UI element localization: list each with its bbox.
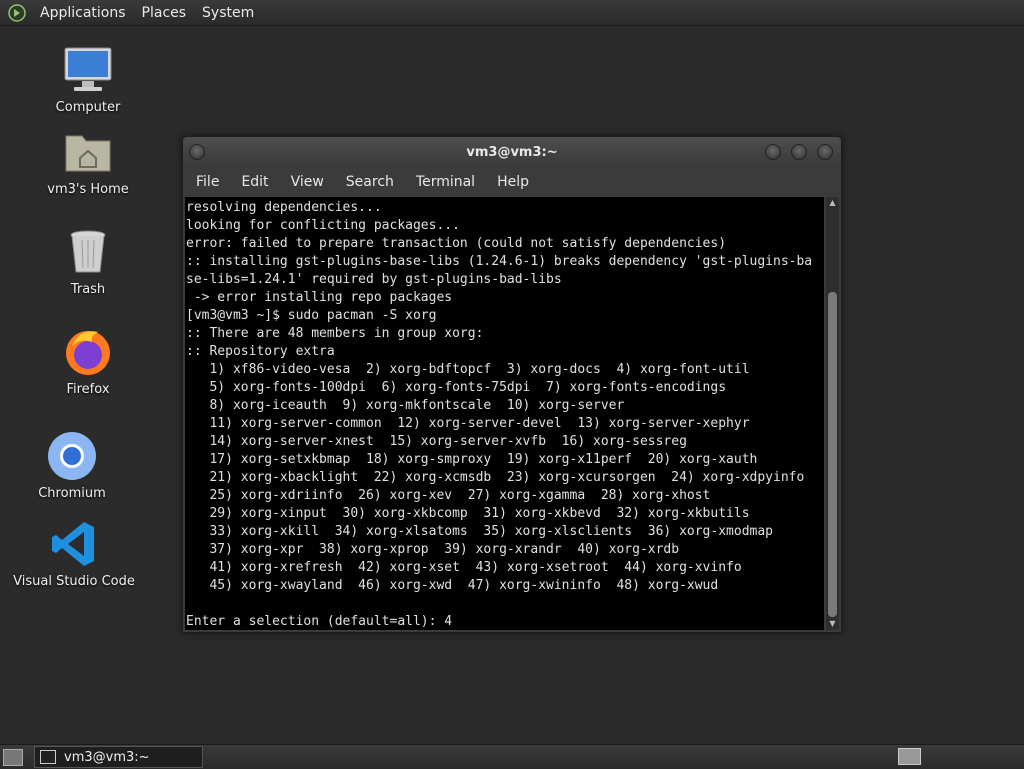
menu-search[interactable]: Search <box>335 174 405 190</box>
firefox-icon <box>62 326 114 378</box>
vscode-icon <box>48 518 100 570</box>
terminal-line: Enter a selection (default=all): 4 <box>186 614 453 629</box>
desktop-icon-vscode[interactable]: Visual Studio Code <box>13 518 135 589</box>
scroll-down-arrow-icon[interactable]: ▼ <box>828 619 837 629</box>
desktop-icon-computer[interactable]: Computer <box>28 44 148 115</box>
terminal-line: :: installing gst-plugins-base-libs (1.2… <box>186 254 813 269</box>
taskbar-item-label: vm3@vm3:~ <box>64 749 150 765</box>
terminal-line: -> error installing repo packages <box>186 290 453 305</box>
terminal-line: 8) xorg-iceauth 9) xorg-mkfontscale 10) … <box>186 398 625 413</box>
maximize-button[interactable] <box>791 144 807 160</box>
close-button[interactable] <box>817 144 833 160</box>
terminal-text: resolving dependencies... looking for co… <box>185 197 824 630</box>
distro-logo-icon[interactable] <box>8 3 26 22</box>
desktop-icon-home[interactable]: vm3's Home <box>28 126 148 197</box>
terminal-menubar: File Edit View Search Terminal Help <box>183 167 841 197</box>
chromium-icon <box>46 430 98 482</box>
terminal-scrollbar[interactable]: ▲ ▼ <box>826 197 839 630</box>
show-desktop-icon[interactable] <box>3 749 23 766</box>
applications-menu[interactable]: Applications <box>32 5 134 21</box>
terminal-line: error: failed to prepare transaction (co… <box>186 236 727 251</box>
menu-help[interactable]: Help <box>486 174 540 190</box>
desktop-icon-label: vm3's Home <box>47 182 129 197</box>
menu-edit[interactable]: Edit <box>230 174 279 190</box>
terminal-line: se-libs=1.24.1' required by gst-plugins-… <box>186 272 562 287</box>
terminal-line: :: There are 48 members in group xorg: <box>186 326 484 341</box>
minimize-button[interactable] <box>765 144 781 160</box>
terminal-line: 37) xorg-xpr 38) xorg-xprop 39) xorg-xra… <box>186 542 680 557</box>
terminal-line: 1) xf86-video-vesa 2) xorg-bdftopcf 3) x… <box>186 362 750 377</box>
terminal-line: resolving dependencies... <box>186 200 382 215</box>
menu-terminal[interactable]: Terminal <box>405 174 486 190</box>
places-menu[interactable]: Places <box>134 5 195 21</box>
terminal-line: 25) xorg-xdriinfo 26) xorg-xev 27) xorg-… <box>186 488 711 503</box>
terminal-line: [vm3@vm3 ~]$ sudo pacman -S xorg <box>186 308 437 323</box>
window-menu-button[interactable] <box>189 144 205 160</box>
trash-icon <box>62 226 114 278</box>
desktop-icon-label: Visual Studio Code <box>13 574 135 589</box>
computer-icon <box>62 44 114 96</box>
terminal-line: 5) xorg-fonts-100dpi 6) xorg-fonts-75dpi… <box>186 380 727 395</box>
terminal-line: 33) xorg-xkill 34) xorg-xlsatoms 35) xor… <box>186 524 773 539</box>
scrollbar-thumb[interactable] <box>828 292 837 617</box>
taskbar-item-terminal[interactable]: vm3@vm3:~ <box>34 746 203 768</box>
terminal-line: 29) xorg-xinput 30) xorg-xkbcomp 31) xor… <box>186 506 750 521</box>
top-panel: Applications Places System <box>0 0 1024 26</box>
desktop-icon-label: Trash <box>70 282 106 297</box>
window-title: vm3@vm3:~ <box>466 144 558 160</box>
terminal-line: 45) xorg-xwayland 46) xorg-xwd 47) xorg-… <box>186 578 719 593</box>
terminal-line: :: Repository extra <box>186 344 335 359</box>
desktop-icon-label: Computer <box>55 100 121 115</box>
system-menu[interactable]: System <box>194 5 262 21</box>
desktop-icon-label: Firefox <box>66 382 110 397</box>
desktop-icon-firefox[interactable]: Firefox <box>28 326 148 397</box>
window-titlebar[interactable]: vm3@vm3:~ <box>183 137 841 167</box>
desktop-icon-chromium[interactable]: Chromium <box>12 430 132 501</box>
terminal-line: 11) xorg-server-common 12) xorg-server-d… <box>186 416 750 431</box>
desktop-icon-trash[interactable]: Trash <box>28 226 148 297</box>
home-folder-icon <box>62 126 114 178</box>
menu-view[interactable]: View <box>280 174 335 190</box>
workspace-switcher[interactable] <box>898 748 921 765</box>
terminal-output[interactable]: resolving dependencies... looking for co… <box>185 197 824 630</box>
bottom-panel: vm3@vm3:~ <box>0 744 1024 769</box>
terminal-icon <box>40 750 56 764</box>
menu-file[interactable]: File <box>185 174 230 190</box>
scroll-up-arrow-icon[interactable]: ▲ <box>828 198 837 208</box>
terminal-line: 21) xorg-xbacklight 22) xorg-xcmsdb 23) … <box>186 470 805 485</box>
terminal-line: 41) xorg-xrefresh 42) xorg-xset 43) xorg… <box>186 560 742 575</box>
terminal-line: 14) xorg-server-xnest 15) xorg-server-xv… <box>186 434 687 449</box>
terminal-line: looking for conflicting packages... <box>186 218 460 233</box>
desktop-icon-label: Chromium <box>38 486 106 501</box>
terminal-window: vm3@vm3:~ File Edit View Search Terminal… <box>182 136 842 633</box>
terminal-line: 17) xorg-setxkbmap 18) xorg-smproxy 19) … <box>186 452 758 467</box>
